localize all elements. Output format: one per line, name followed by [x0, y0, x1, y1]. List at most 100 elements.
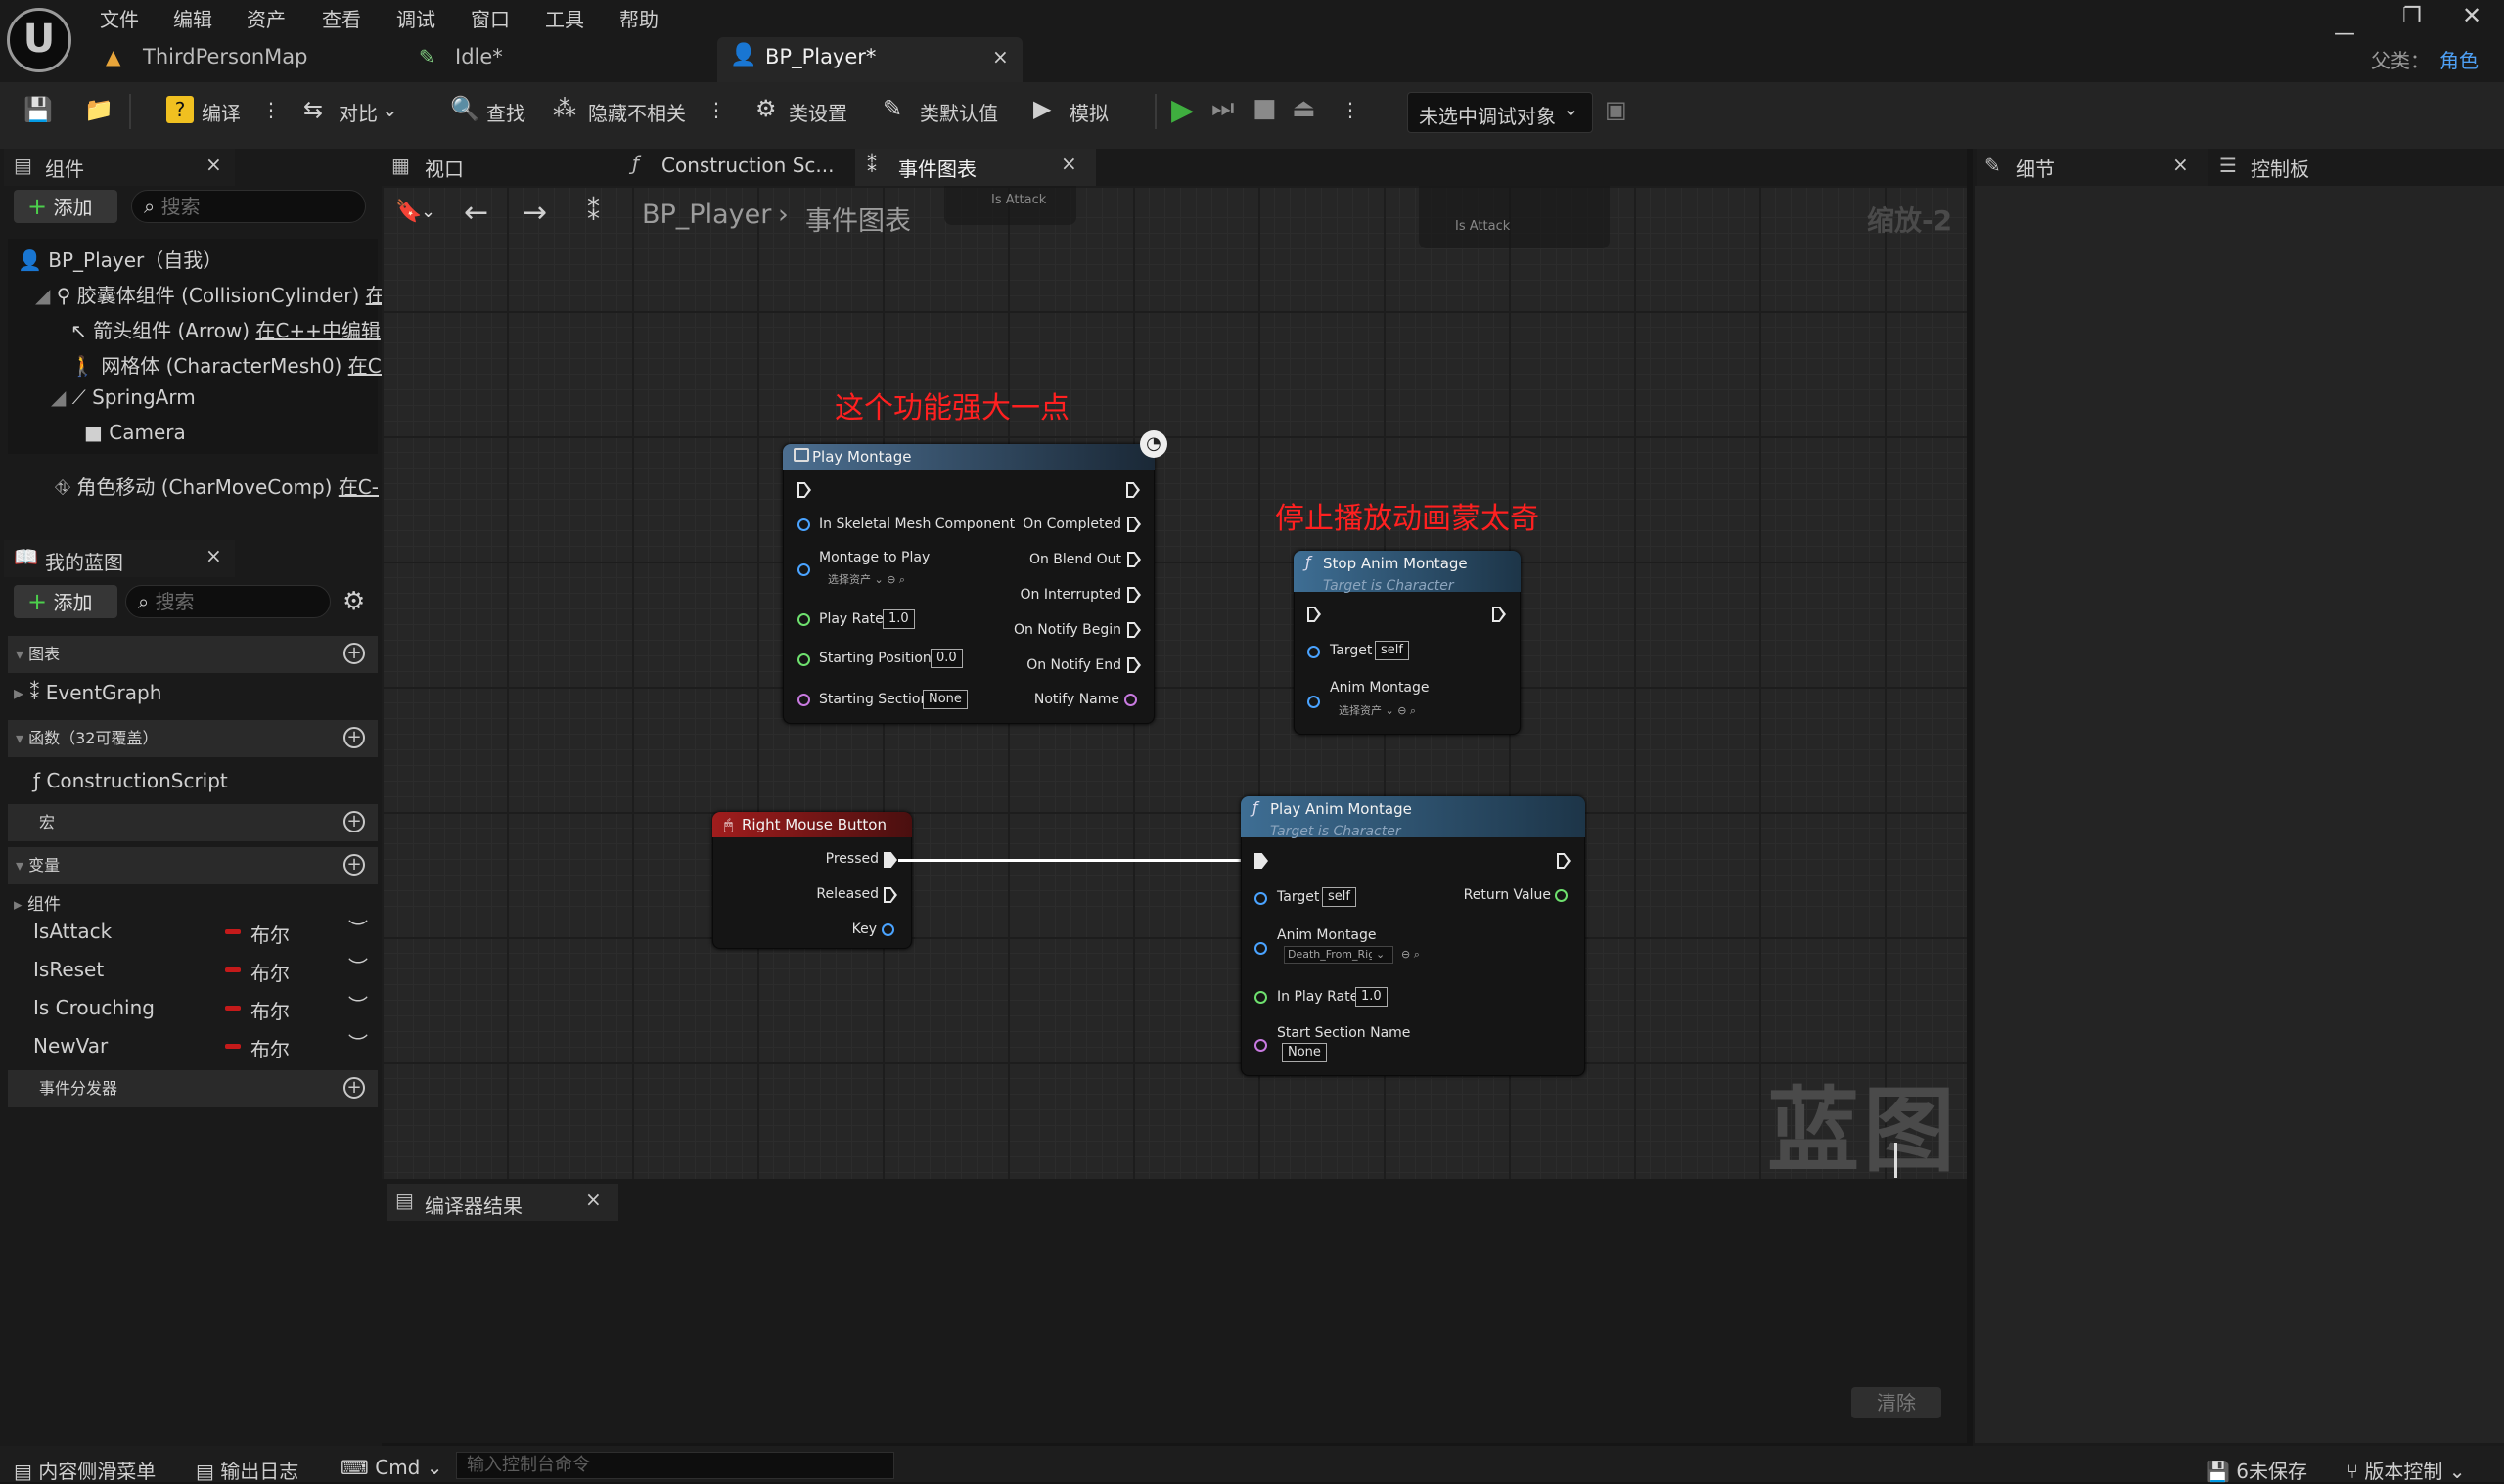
- eject-icon[interactable]: ⏏: [1292, 94, 1316, 123]
- eye-closed-icon[interactable]: ︶: [348, 914, 368, 942]
- add-macro-icon[interactable]: +: [343, 811, 365, 832]
- close-icon[interactable]: ×: [2172, 153, 2189, 176]
- add-graph-icon[interactable]: +: [343, 643, 365, 664]
- tree-root[interactable]: 👤 BP_Player（自我）: [18, 245, 222, 273]
- input-pin[interactable]: [797, 518, 810, 531]
- compile-icon[interactable]: ?: [166, 96, 194, 123]
- target-field[interactable]: self: [1375, 641, 1409, 660]
- stop-icon[interactable]: ■: [1252, 94, 1277, 123]
- edit-in-cpp-link[interactable]: 在C++中编辑: [255, 319, 380, 342]
- input-pin[interactable]: [1254, 892, 1267, 905]
- graph-item-eventgraph[interactable]: ▸ ⁑ EventGraph: [14, 681, 161, 704]
- play-rate-field[interactable]: 1.0: [1355, 987, 1388, 1007]
- input-pin[interactable]: [797, 613, 810, 626]
- output-pin[interactable]: [1555, 889, 1568, 902]
- add-component-button[interactable]: + 添加: [14, 190, 117, 223]
- eye-closed-icon[interactable]: ︶: [348, 952, 368, 980]
- simulate-button[interactable]: 模拟: [1070, 98, 1109, 126]
- starting-position-field[interactable]: 0.0: [931, 649, 963, 668]
- add-variable-icon[interactable]: +: [343, 854, 365, 876]
- input-pin[interactable]: [1254, 991, 1267, 1004]
- section-variables[interactable]: ▾ 变量: [8, 847, 378, 884]
- breadcrumb-graph[interactable]: 事件图表: [805, 200, 911, 238]
- input-pin[interactable]: [797, 653, 810, 666]
- tree-item-arrow[interactable]: ↖ 箭头组件 (Arrow) 在C++中编辑: [70, 315, 381, 343]
- menu-debug[interactable]: 调试: [396, 4, 435, 32]
- section-functions[interactable]: ▾ 函数（32可覆盖）: [8, 720, 378, 757]
- clear-button[interactable]: 清除: [1851, 1387, 1941, 1418]
- console-command-input[interactable]: 输入控制台命令: [456, 1452, 894, 1479]
- class-defaults-button[interactable]: 类默认值: [920, 98, 998, 126]
- close-icon[interactable]: ×: [205, 153, 222, 176]
- tree-item-movement[interactable]: ⛗ 角色移动 (CharMoveComp) 在C-: [55, 472, 379, 500]
- play-icon[interactable]: ▶: [1171, 93, 1194, 127]
- more-options-icon[interactable]: ⋮: [706, 98, 726, 121]
- asset-select-dropdown[interactable]: 选择资产 ⌄ ⊖ ⌕: [1339, 702, 1416, 718]
- event-graph-canvas[interactable]: [382, 186, 1967, 1179]
- tree-item-capsule[interactable]: ◢ ⚲ 胶囊体组件 (CollisionCylinder) 在: [35, 280, 386, 308]
- tab-thirdpersonmap[interactable]: ThirdPersonMap: [143, 37, 307, 82]
- menu-tools[interactable]: 工具: [545, 4, 584, 32]
- edit-in-cpp-link[interactable]: 在C-: [339, 475, 379, 499]
- close-icon[interactable]: ×: [1061, 152, 1077, 175]
- minimize-icon[interactable]: —: [2334, 22, 2355, 46]
- parent-class-link[interactable]: 角色: [2439, 45, 2479, 73]
- close-icon[interactable]: ×: [585, 1188, 602, 1211]
- input-pin[interactable]: [797, 563, 810, 576]
- start-section-field[interactable]: None: [1282, 1043, 1327, 1062]
- source-control-button[interactable]: ⑂ 版本控制 ⌄: [2346, 1456, 2465, 1484]
- find-button[interactable]: 查找: [486, 98, 525, 126]
- variable-isreset[interactable]: IsReset: [33, 958, 104, 981]
- add-dispatcher-icon[interactable]: +: [343, 1077, 365, 1099]
- content-drawer-button[interactable]: ▤ 内容侧滑菜单: [14, 1456, 156, 1484]
- menu-window[interactable]: 窗口: [471, 4, 510, 32]
- menu-help[interactable]: 帮助: [619, 4, 659, 32]
- play-rate-field[interactable]: 1.0: [883, 609, 915, 629]
- output-pin[interactable]: [1124, 694, 1137, 706]
- tab-idle[interactable]: Idle*: [455, 37, 503, 82]
- hide-unrelated-button[interactable]: 隐藏不相关: [588, 98, 686, 126]
- tab-palette[interactable]: 控制板: [2251, 154, 2309, 182]
- close-icon[interactable]: ×: [992, 45, 1009, 68]
- class-settings-button[interactable]: 类设置: [789, 98, 847, 126]
- cmd-dropdown[interactable]: ⌨ Cmd ⌄: [341, 1456, 443, 1479]
- menu-asset[interactable]: 资产: [247, 4, 286, 32]
- variable-newvar[interactable]: NewVar: [33, 1034, 108, 1057]
- target-field[interactable]: self: [1322, 887, 1356, 907]
- add-member-button[interactable]: + 添加: [14, 585, 117, 618]
- eye-closed-icon[interactable]: ︶: [348, 1028, 368, 1057]
- forward-arrow-icon[interactable]: →: [523, 196, 547, 230]
- asset-select-dropdown[interactable]: 选择资产 ⌄ ⊖ ⌕: [828, 571, 905, 587]
- input-pin[interactable]: [1307, 646, 1320, 658]
- section-graphs[interactable]: ▾ 图表: [8, 636, 378, 673]
- bookmark-icon[interactable]: 🔖: [395, 200, 422, 224]
- back-arrow-icon[interactable]: ←: [464, 196, 488, 230]
- tab-viewport[interactable]: 视口: [425, 154, 464, 182]
- unreal-logo-icon[interactable]: U: [7, 8, 71, 72]
- add-function-icon[interactable]: +: [343, 727, 365, 748]
- section-dispatchers[interactable]: 事件分发器: [8, 1070, 378, 1107]
- variable-isattack[interactable]: IsAttack: [33, 920, 112, 943]
- output-log-button[interactable]: ▤ 输出日志: [196, 1456, 298, 1484]
- faded-node[interactable]: [1419, 186, 1610, 248]
- output-pin[interactable]: [882, 923, 894, 936]
- input-pin[interactable]: [1254, 1039, 1267, 1052]
- exec-wire[interactable]: [898, 859, 1241, 862]
- function-item-construction[interactable]: ƒ ConstructionScript: [33, 769, 228, 792]
- tab-construction-script[interactable]: Construction Sc...: [661, 154, 834, 177]
- debug-object-icon[interactable]: ▣: [1605, 96, 1627, 123]
- browse-icon[interactable]: 📁: [84, 96, 114, 123]
- window-close-icon[interactable]: ✕: [2462, 2, 2481, 29]
- components-search-input[interactable]: ⌕ 搜索: [131, 190, 366, 223]
- section-macros[interactable]: 宏: [8, 804, 378, 841]
- menu-file[interactable]: 文件: [100, 4, 139, 32]
- eye-closed-icon[interactable]: ︶: [348, 990, 368, 1018]
- menu-view[interactable]: 查看: [322, 4, 361, 32]
- compile-button[interactable]: 编译: [202, 98, 241, 126]
- my-blueprint-search-input[interactable]: ⌕ 搜索: [125, 585, 331, 618]
- starting-section-field[interactable]: None: [923, 690, 968, 709]
- input-pin[interactable]: [797, 694, 810, 706]
- compile-options-icon[interactable]: ⋮: [261, 98, 281, 121]
- gear-icon[interactable]: ⚙: [342, 587, 365, 616]
- breadcrumb-bp[interactable]: BP_Player: [642, 200, 771, 230]
